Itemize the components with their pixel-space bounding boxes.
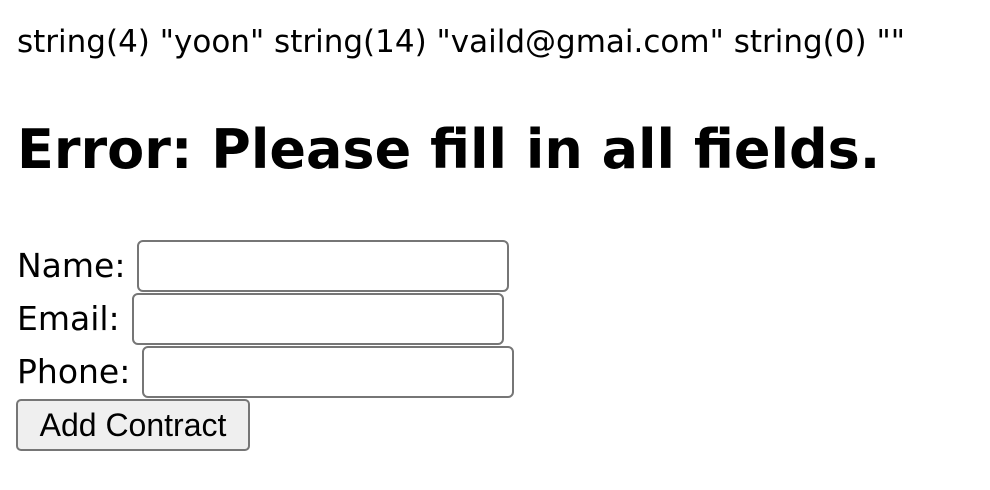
debug-output-text: string(4) "yoon" string(14) "vaild@gmai.… [17,24,905,60]
email-label: Email: [17,299,120,338]
phone-label: Phone: [17,352,131,391]
email-input[interactable] [131,293,504,345]
email-row: Email: [17,293,504,345]
add-contract-button[interactable]: Add Contract [16,399,250,451]
error-message: Error: Please fill in all fields. [17,118,881,181]
phone-row: Phone: [17,346,515,398]
phone-input[interactable] [142,346,515,398]
name-input[interactable] [137,240,510,292]
name-row: Name: [17,240,510,292]
name-label: Name: [17,246,126,285]
